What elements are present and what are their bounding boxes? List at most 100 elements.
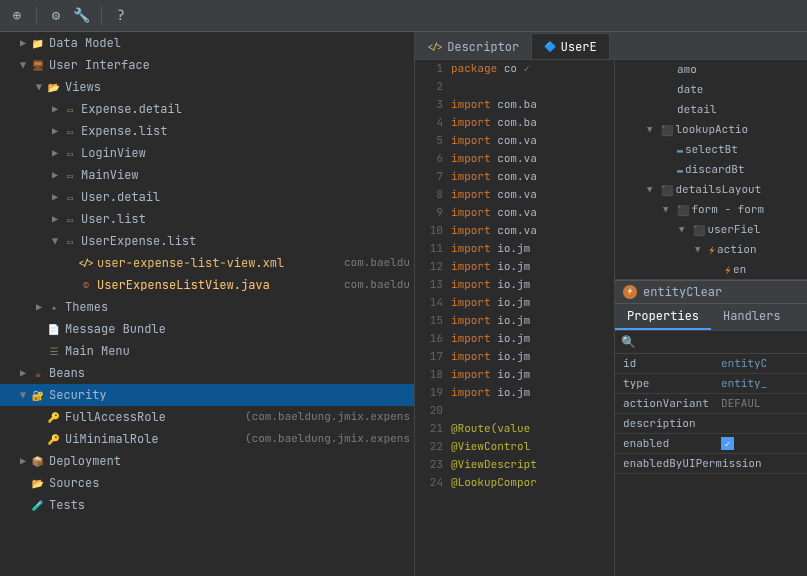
line-num-21: 21 <box>415 422 451 436</box>
label-sources: Sources <box>49 475 410 491</box>
ui-icon: 🖥 <box>30 57 46 73</box>
tree-item-expense-detail[interactable]: ▶ ▭ Expense.detail <box>0 98 414 120</box>
properties-panel: amo date detail <box>615 60 807 576</box>
line-content-12: import io.jm <box>451 260 614 274</box>
tree-item-ui-minimal-role[interactable]: 🔑 UiMinimalRole (com.baeldung.jmix.expen… <box>0 428 414 450</box>
deployment-icon: 📦 <box>30 453 46 469</box>
struct-item-action-1[interactable]: ▼ ⚡ action <box>615 240 807 260</box>
tree-item-full-access-role[interactable]: 🔑 FullAccessRole (com.baeldung.jmix.expe… <box>0 406 414 428</box>
arrow-expense-detail: ▶ <box>48 103 62 116</box>
struct-label-date: date <box>677 83 703 97</box>
code-line-3: 3 import com.ba <box>415 96 614 114</box>
tree-item-tests[interactable]: 🧪 Tests <box>0 494 414 516</box>
struct-label-form: form - form <box>691 203 764 217</box>
code-line-20: 20 <box>415 402 614 420</box>
arrow-views: ▼ <box>32 81 46 94</box>
code-line-6: 6 import com.va <box>415 150 614 168</box>
tab-usere[interactable]: 🔷 UserE <box>531 33 609 59</box>
tree-item-xml[interactable]: </> user-expense-list-view.xml com.baeld… <box>0 252 414 274</box>
tree-item-java[interactable]: © UserExpenseListView.java com.baeldu <box>0 274 414 296</box>
search-input[interactable] <box>640 336 801 348</box>
main-area: ▶ 📁 Data Model ▼ 🖥 User Interface ▼ 📂 Vi… <box>0 32 807 576</box>
line-content-5: import com.va <box>451 134 614 148</box>
right-panel: </> Descriptor 🔷 UserE 1 package co ✓ <box>415 32 807 576</box>
line-content-8: import com.va <box>451 188 614 202</box>
entity-clear-label: entityClear <box>643 284 722 300</box>
tab-descriptor[interactable]: </> Descriptor <box>415 33 531 59</box>
code-line-23: 23 @ViewDescript <box>415 456 614 474</box>
prop-row-type[interactable]: type entity_ <box>615 374 807 394</box>
tools-icon[interactable]: 🔧 <box>73 7 91 25</box>
prop-key-enabled: enabled <box>615 437 715 451</box>
navigate-icon[interactable]: ⊕ <box>8 7 26 25</box>
struct-label-action-1: action <box>717 243 757 257</box>
line-content-15: import io.jm <box>451 314 614 328</box>
tree-item-user-detail[interactable]: ▶ ▭ User.detail <box>0 186 414 208</box>
arrow-main-view: ▶ <box>48 169 62 182</box>
folder-icon-data-model: 📁 <box>30 35 46 51</box>
tree-item-message-bundle[interactable]: 📄 Message Bundle <box>0 318 414 340</box>
prop-val-id: entityC <box>715 357 807 371</box>
line-num-8: 8 <box>415 188 451 202</box>
prop-row-enabled-perm[interactable]: enabledByUIPermission <box>615 454 807 474</box>
tab-handlers[interactable]: Handlers <box>711 304 793 330</box>
label-tests: Tests <box>49 497 410 513</box>
project-panel: ▶ 📁 Data Model ▼ 🖥 User Interface ▼ 📂 Vi… <box>0 32 415 576</box>
tree-item-sources[interactable]: 📂 Sources <box>0 472 414 494</box>
tree-item-themes[interactable]: ▶ ✦ Themes <box>0 296 414 318</box>
struct-item-select-bt[interactable]: ▬ selectBt <box>615 140 807 160</box>
struct-item-details-layout[interactable]: ▼ ⬛ detailsLayout <box>615 180 807 200</box>
security-icon: 🔐 <box>30 387 46 403</box>
struct-item-user-field[interactable]: ▼ ⬛ userFiel <box>615 220 807 240</box>
tree-item-security[interactable]: ▼ 🔐 Security <box>0 384 414 406</box>
line-content-17: import io.jm <box>451 350 614 364</box>
arrow-deployment: ▶ <box>16 455 30 468</box>
line-content-24: @LookupCompor <box>451 476 614 490</box>
tree-item-login-view[interactable]: ▶ ▭ LoginView <box>0 142 414 164</box>
tree-item-views[interactable]: ▼ 📂 Views <box>0 76 414 98</box>
arrow-expense-list: ▶ <box>48 125 62 138</box>
tree-item-beans[interactable]: ▶ ☕ Beans <box>0 362 414 384</box>
prop-row-id[interactable]: id entityC <box>615 354 807 374</box>
tree-item-expense-list[interactable]: ▶ ▭ Expense.list <box>0 120 414 142</box>
tree-item-userexpense-list[interactable]: ▼ ▭ UserExpense.list <box>0 230 414 252</box>
tree-item-deployment[interactable]: ▶ 📦 Deployment <box>0 450 414 472</box>
line-num-18: 18 <box>415 368 451 382</box>
prop-row-enabled[interactable]: enabled ✓ <box>615 434 807 454</box>
settings-icon[interactable]: ⚙ <box>47 7 65 25</box>
code-line-5: 5 import com.va <box>415 132 614 150</box>
prop-row-description[interactable]: description <box>615 414 807 434</box>
line-content-22: @ViewControl <box>451 440 614 454</box>
label-userexpense-list: UserExpense.list <box>81 233 410 249</box>
sublabel-java: com.baeldu <box>344 278 410 292</box>
label-ui-minimal-role: UiMinimalRole <box>65 431 241 447</box>
tree-item-user-interface[interactable]: ▼ 🖥 User Interface <box>0 54 414 76</box>
tab-properties[interactable]: Properties <box>615 304 711 330</box>
struct-item-date[interactable]: date <box>615 80 807 100</box>
enabled-checkbox[interactable]: ✓ <box>721 437 734 450</box>
line-content-19: import io.jm <box>451 386 614 400</box>
tree-item-main-menu[interactable]: ☰ Main Menu <box>0 340 414 362</box>
help-icon[interactable]: ? <box>112 7 130 25</box>
prop-table: id entityC type entity_ actionVariant DE… <box>615 354 807 576</box>
struct-item-form[interactable]: ▼ ⬛ form - form <box>615 200 807 220</box>
prop-key-action-variant: actionVariant <box>615 397 715 411</box>
label-user-interface: User Interface <box>49 57 410 73</box>
label-main-menu: Main Menu <box>65 343 410 359</box>
line-num-9: 9 <box>415 206 451 220</box>
line-num-2: 2 <box>415 80 451 94</box>
struct-item-discard-bt[interactable]: ▬ discardBt <box>615 160 807 180</box>
prop-key-description: description <box>615 417 715 431</box>
struct-item-amo[interactable]: amo <box>615 60 807 80</box>
struct-item-lookup-action[interactable]: ▼ ⬛ lookupActio <box>615 120 807 140</box>
tree-item-data-model[interactable]: ▶ 📁 Data Model <box>0 32 414 54</box>
prop-row-action-variant[interactable]: actionVariant DEFAUL <box>615 394 807 414</box>
arrow-login-view: ▶ <box>48 147 62 160</box>
tree-item-user-list[interactable]: ▶ ▭ User.list <box>0 208 414 230</box>
struct-label-discard-bt: discardBt <box>685 163 744 177</box>
tree-item-main-view[interactable]: ▶ ▭ MainView <box>0 164 414 186</box>
struct-item-en-1[interactable]: ⚡ en <box>615 260 807 280</box>
struct-item-detail[interactable]: detail <box>615 100 807 120</box>
label-expense-list: Expense.list <box>81 123 410 139</box>
line-num-7: 7 <box>415 170 451 184</box>
